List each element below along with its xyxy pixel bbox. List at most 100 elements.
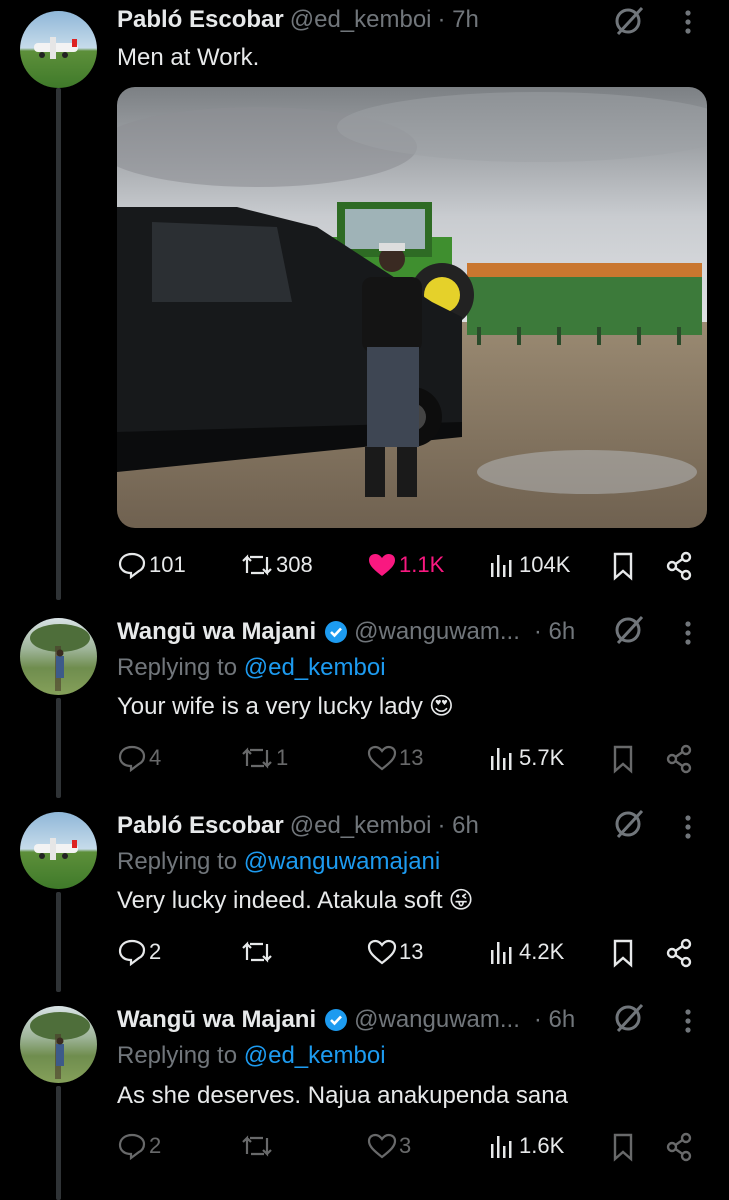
like-button[interactable]: 13	[367, 934, 423, 970]
tweet-actions: 4 1 13 5.7K	[117, 740, 697, 776]
airplane-icon	[34, 838, 78, 860]
repost-button[interactable]	[240, 934, 276, 970]
avatar[interactable]	[20, 11, 97, 88]
tweet[interactable]: Wangū wa Majani @wanguwam... · 6h Replyi…	[0, 1000, 729, 1200]
heart-icon	[367, 939, 397, 965]
replying-to: Replying to @ed_kemboi	[117, 654, 386, 682]
avatar[interactable]	[20, 618, 97, 695]
grok-icon[interactable]	[612, 4, 646, 38]
author-handle[interactable]: @wanguwam...	[354, 1006, 520, 1034]
heart-icon	[367, 1133, 397, 1159]
like-button[interactable]: 3	[367, 1128, 411, 1164]
woman-field-icon	[30, 1012, 90, 1079]
reply-count: 4	[149, 745, 162, 770]
author-handle[interactable]: @wanguwam...	[354, 618, 520, 646]
like-count: 13	[399, 939, 424, 964]
tweet-text-body: Your wife is a very lucky lady	[117, 692, 423, 720]
views-button[interactable]: 1.6K	[487, 1128, 564, 1164]
tweet-photo[interactable]	[117, 87, 707, 528]
tweet-text: Your wife is a very lucky lady 😍	[117, 692, 454, 721]
author-handle[interactable]: @ed_kemboi	[290, 812, 432, 840]
repost-icon	[242, 941, 272, 963]
views-button[interactable]: 104K	[487, 547, 570, 583]
tweet-text-body: As she deserves. Najua anakupenda sana	[117, 1082, 568, 1109]
more-options-icon[interactable]	[678, 812, 698, 842]
tweet-actions: 2 13 4.2K	[117, 934, 697, 970]
reply-icon	[118, 939, 146, 966]
bookmark-icon[interactable]	[612, 1132, 634, 1162]
heart-filled-icon	[369, 554, 395, 576]
bookmark-icon[interactable]	[612, 938, 634, 968]
tweet-text: As she deserves. Najua anakupenda sana	[117, 1082, 568, 1110]
replying-to-label: Replying to	[117, 848, 244, 875]
share-icon[interactable]	[665, 551, 693, 581]
reply-count: 2	[149, 939, 162, 964]
bookmark-icon[interactable]	[612, 744, 634, 774]
author-name[interactable]: Pabló Escobar	[117, 812, 284, 840]
like-button[interactable]: 13	[367, 740, 423, 776]
view-count: 5.7K	[519, 745, 565, 770]
reply-button[interactable]: 2	[117, 934, 161, 970]
reply-icon	[118, 552, 146, 579]
reply-icon	[118, 745, 146, 772]
verified-badge-icon[interactable]	[324, 1008, 348, 1032]
repost-icon	[242, 747, 272, 769]
tweet[interactable]: Wangū wa Majani @wanguwam... · 6h Replyi…	[0, 612, 729, 794]
reply-button[interactable]: 101	[117, 547, 186, 583]
tweet-actions: 101 308 1.1K 104K	[117, 547, 697, 583]
more-options-icon[interactable]	[678, 7, 698, 37]
emoji: 😍	[428, 693, 454, 720]
tweet-actions: 2 3 1.6K	[117, 1128, 697, 1164]
avatar[interactable]	[20, 1006, 97, 1083]
view-count: 1.6K	[519, 1133, 565, 1158]
view-count: 4.2K	[519, 939, 565, 964]
heart-icon	[367, 745, 397, 771]
replied-user-link[interactable]: @ed_kemboi	[244, 654, 386, 681]
timestamp[interactable]: · 7h	[438, 6, 479, 34]
timestamp[interactable]: · 6h	[534, 618, 575, 646]
author-name[interactable]: Pabló Escobar	[117, 6, 284, 34]
share-icon[interactable]	[665, 938, 693, 968]
views-icon	[491, 748, 512, 770]
replied-user-link[interactable]: @ed_kemboi	[244, 1042, 386, 1069]
more-options-icon[interactable]	[678, 618, 698, 648]
verified-badge-icon[interactable]	[324, 620, 348, 644]
woman-field-icon	[30, 624, 90, 691]
views-icon	[491, 942, 512, 964]
views-button[interactable]: 5.7K	[487, 740, 564, 776]
repost-count: 1	[276, 745, 289, 770]
replying-to: Replying to @ed_kemboi	[117, 1042, 386, 1070]
replying-to: Replying to @wanguwamajani	[117, 848, 440, 876]
grok-icon[interactable]	[612, 1001, 646, 1035]
grok-icon[interactable]	[612, 807, 646, 841]
like-button[interactable]: 1.1K	[367, 547, 444, 583]
share-icon[interactable]	[665, 744, 693, 774]
reply-icon	[118, 1133, 146, 1160]
repost-icon	[242, 554, 272, 576]
grok-icon[interactable]	[612, 613, 646, 647]
author-handle[interactable]: @ed_kemboi	[290, 6, 432, 34]
repost-count: 308	[276, 552, 313, 577]
author-name[interactable]: Wangū wa Majani	[117, 618, 316, 646]
replying-to-label: Replying to	[117, 654, 244, 681]
tweet[interactable]: Pabló Escobar @ed_kemboi · 6h Replying t…	[0, 806, 729, 988]
timestamp[interactable]: · 6h	[534, 1006, 575, 1034]
views-icon	[491, 555, 512, 577]
repost-button[interactable]: 1	[240, 740, 288, 776]
view-count: 104K	[519, 552, 571, 577]
airplane-icon	[34, 37, 78, 59]
repost-button[interactable]: 308	[240, 547, 313, 583]
bookmark-icon[interactable]	[612, 551, 634, 581]
share-icon[interactable]	[665, 1132, 693, 1162]
author-name[interactable]: Wangū wa Majani	[117, 1006, 316, 1034]
avatar[interactable]	[20, 812, 97, 889]
tweet[interactable]: Pabló Escobar @ed_kemboi · 7h Men at Wor…	[0, 0, 729, 600]
reply-button[interactable]: 4	[117, 740, 161, 776]
views-icon	[491, 1136, 512, 1158]
more-options-icon[interactable]	[678, 1006, 698, 1036]
reply-button[interactable]: 2	[117, 1128, 161, 1164]
repost-button[interactable]	[240, 1128, 276, 1164]
replied-user-link[interactable]: @wanguwamajani	[244, 848, 440, 875]
views-button[interactable]: 4.2K	[487, 934, 564, 970]
timestamp[interactable]: · 6h	[438, 812, 479, 840]
